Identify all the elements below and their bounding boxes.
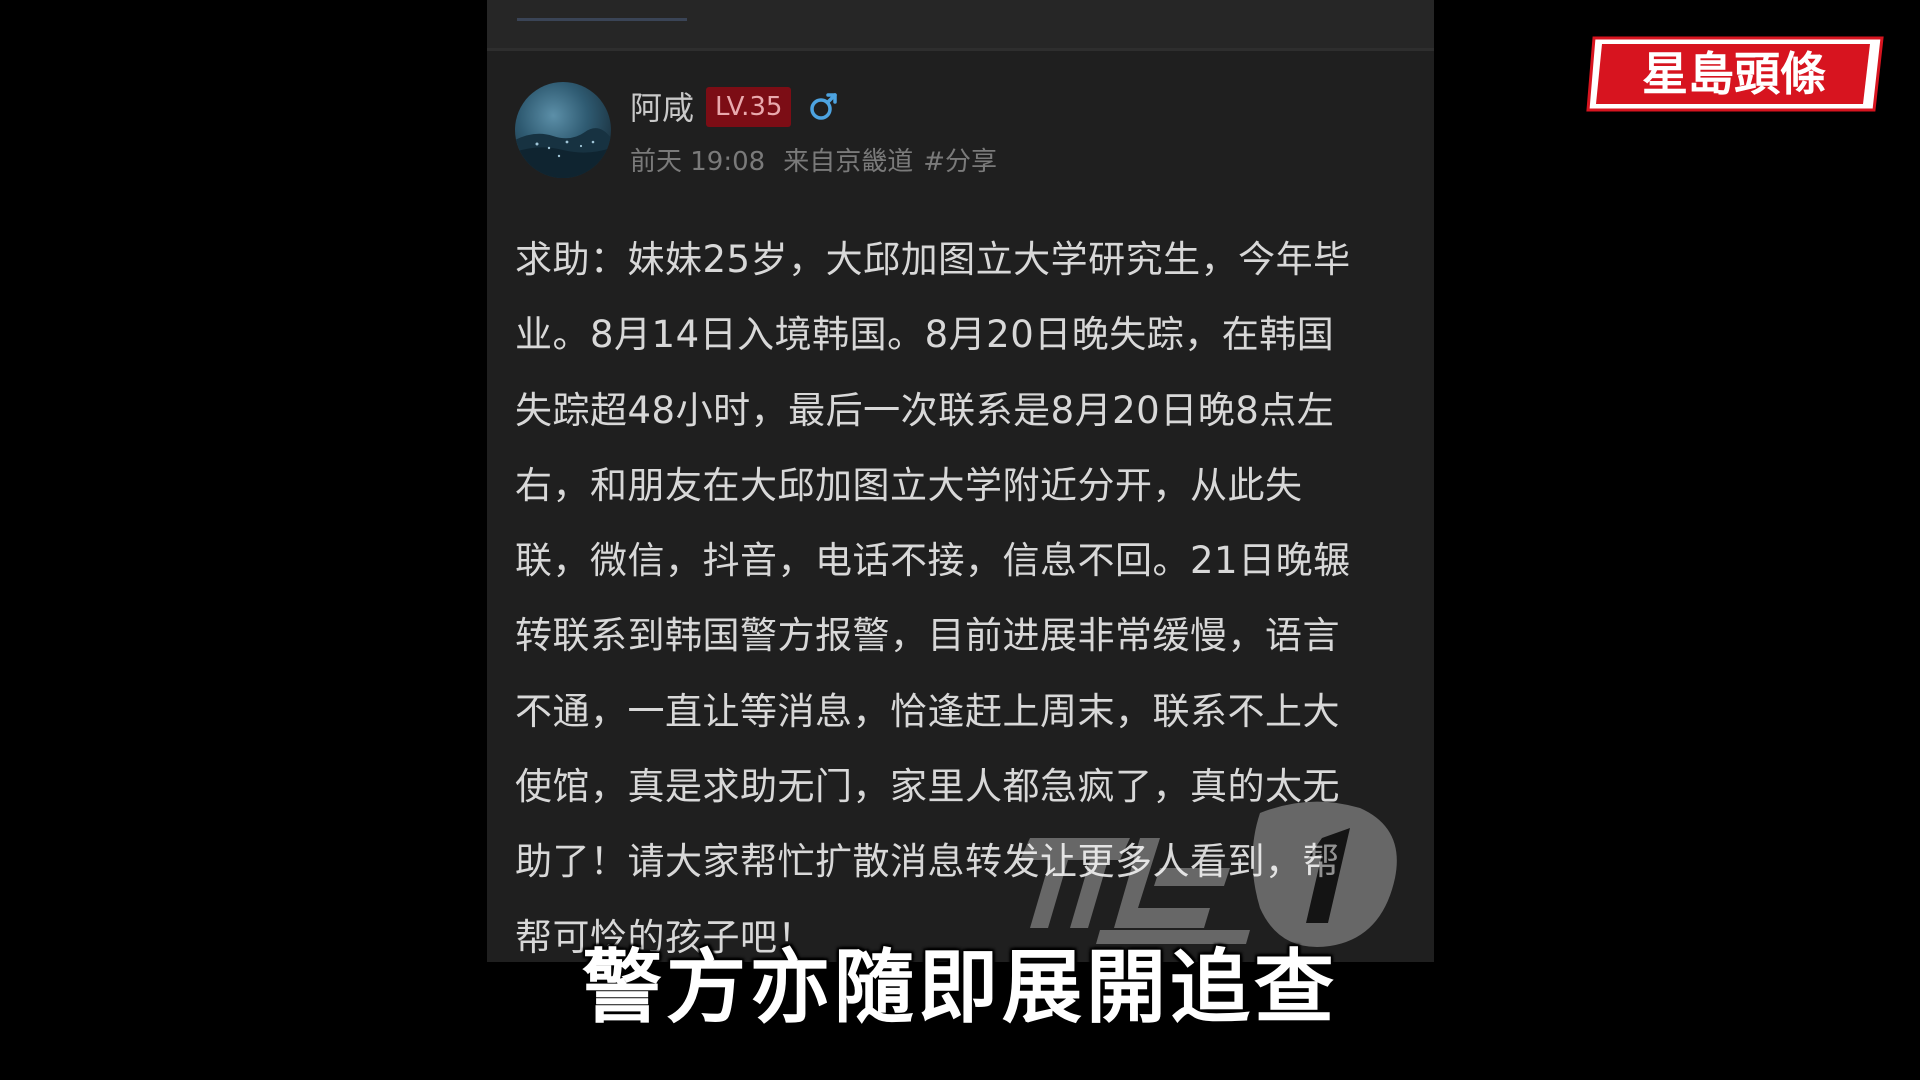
level-badge: LV.35 bbox=[706, 87, 792, 127]
username[interactable]: 阿咸 bbox=[630, 88, 694, 128]
post-meta: 前天 19:08 来自京畿道 #分享 bbox=[630, 144, 1015, 180]
post-line: 求助：妹妹25岁，大邱加图立大学研究生，今年毕 bbox=[515, 238, 1351, 281]
avatar-image bbox=[515, 128, 611, 178]
male-symbol-icon bbox=[804, 86, 844, 126]
divider bbox=[487, 48, 1434, 51]
post-time: 前天 19:08 bbox=[630, 147, 766, 177]
post-line: 转联系到韩国警方报警，目前进展非常缓慢，语言 bbox=[515, 614, 1340, 658]
post-line: 不通，一直让等消息，恰逢赶上周末，联系不上大 bbox=[515, 689, 1340, 733]
sing-tao-headline-logo: 星島頭條 bbox=[1586, 34, 1886, 114]
video-frame: 阿咸 LV.35 前天 19:08 来自京畿道 #分享 求助：妹妹25岁，大邱加图立… bbox=[0, 0, 1920, 1080]
top-bar bbox=[487, 0, 1434, 48]
avatar[interactable] bbox=[515, 82, 611, 178]
news1-watermark bbox=[1010, 798, 1410, 948]
post-source: 来自京畿道 bbox=[783, 147, 914, 177]
logo-text: 星島頭條 bbox=[1642, 47, 1826, 101]
tab-indicator bbox=[517, 18, 687, 21]
post-line: 业。8月14日入境韩国。8月20日晚失踪，在韩国 bbox=[515, 313, 1335, 357]
post-tag[interactable]: #分享 bbox=[923, 147, 997, 177]
post-line: 失踪超48小时，最后一次联系是8月20日晚8点左 bbox=[515, 388, 1335, 432]
post-line: 联，微信，抖音，电话不接，信息不回。21日晚辗 bbox=[515, 539, 1351, 583]
post-line: 右，和朋友在大邱加图立大学附近分开，从此失 bbox=[515, 463, 1303, 507]
video-subtitle: 警方亦隨即展開追查 bbox=[582, 941, 1338, 1034]
